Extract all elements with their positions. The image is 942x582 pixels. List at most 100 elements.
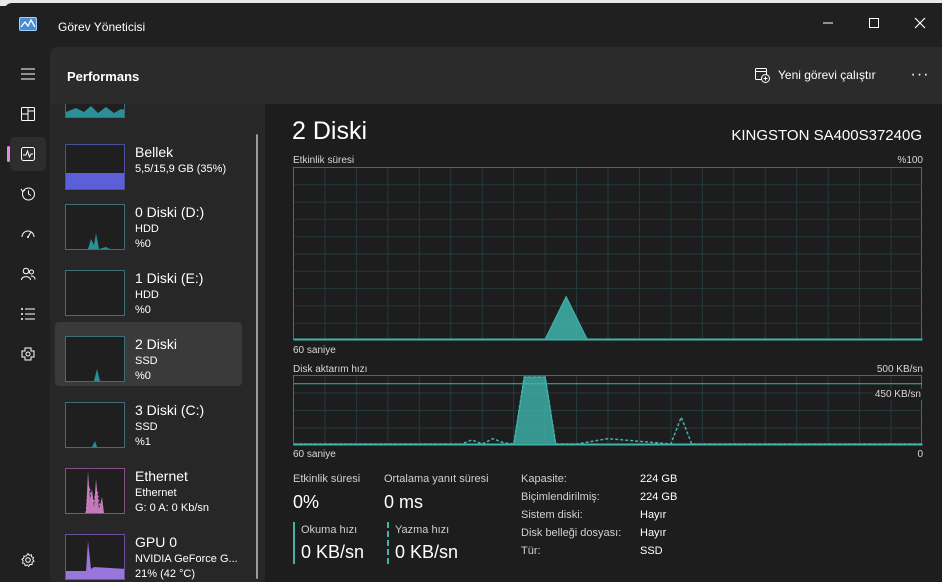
gpu-thumbnail — [65, 534, 125, 580]
device-name: GPU 0 — [135, 534, 178, 550]
read-speed-marker — [293, 522, 295, 564]
active-time-label: Etkinlik süresi — [293, 473, 361, 485]
task-manager-app-icon — [19, 17, 37, 31]
device-name: 3 Diski (C:) — [135, 402, 205, 418]
disk3-thumbnail — [65, 402, 125, 448]
minimize-icon — [823, 22, 833, 24]
scrollbar-thumb[interactable] — [256, 134, 258, 579]
device-name: 0 Diski (D:) — [135, 204, 205, 220]
device-usage: %0 — [135, 238, 151, 250]
device-type: HDD — [135, 223, 159, 235]
disk-model: KINGSTON SA400S37240G — [731, 127, 922, 144]
run-new-task-button[interactable]: Yeni görevi çalıştır — [754, 63, 876, 87]
page-file-value: Hayır — [640, 527, 667, 539]
memory-thumbnail — [65, 144, 125, 190]
partial-thumb-graph — [66, 106, 124, 117]
avg-response-value: 0 ms — [384, 492, 424, 512]
device-list: Bellek 5,5/15,9 GB (35%) 0 Diski (D:) HD… — [50, 104, 255, 582]
transfer-graph-min: 0 — [917, 449, 923, 460]
ethernet-thumbnail — [65, 468, 125, 514]
nav-app-history[interactable] — [10, 177, 46, 211]
nav-startup[interactable] — [10, 217, 46, 251]
device-type: NVIDIA GeForce G... — [135, 553, 238, 565]
run-task-icon — [755, 68, 770, 83]
nav-users[interactable] — [10, 257, 46, 291]
disk0-thumb-graph — [66, 233, 124, 249]
transfer-graph-time: 60 saniye — [293, 449, 336, 460]
nav-settings[interactable] — [10, 543, 46, 577]
device-item-disk3[interactable]: 3 Diski (C:) SSD %1 — [55, 388, 242, 452]
device-item-gpu[interactable]: GPU 0 NVIDIA GeForce G... 21% (42 °C) — [55, 520, 242, 582]
activity-graph-max: %100 — [897, 155, 923, 166]
run-task-label: Yeni görevi çalıştır — [778, 68, 876, 82]
device-item-disk2[interactable]: 2 Diski SSD %0 — [55, 322, 242, 386]
nav-performance[interactable] — [7, 137, 46, 171]
type-value: SSD — [640, 545, 663, 557]
minimize-button[interactable] — [808, 9, 848, 37]
transfer-graph-mark: 450 KB/sn — [872, 389, 923, 400]
system-disk-value: Hayır — [640, 509, 667, 521]
performance-content: Bellek 5,5/15,9 GB (35%) 0 Diski (D:) HD… — [50, 104, 942, 582]
device-usage: %0 — [135, 370, 151, 382]
system-disk-key: Sistem diski: — [521, 509, 583, 521]
disk2-thumb-graph — [66, 369, 124, 381]
device-type: HDD — [135, 289, 159, 301]
nav-processes[interactable] — [10, 97, 46, 131]
write-speed-label: Yazma hızı — [395, 524, 450, 536]
active-time-value: 0% — [293, 492, 320, 512]
maximize-icon — [869, 18, 879, 28]
capacity-value: 224 GB — [640, 473, 678, 485]
page-title: Performans — [67, 69, 140, 84]
device-type: SSD — [135, 355, 158, 367]
more-options-button[interactable]: ··· — [906, 63, 934, 87]
nav-details[interactable] — [10, 297, 46, 331]
device-usage: %0 — [135, 304, 151, 316]
maximize-button[interactable] — [854, 9, 894, 37]
activity-chart — [293, 167, 923, 341]
menu-icon — [21, 68, 35, 80]
capacity-key: Kapasite: — [521, 473, 567, 485]
device-usage: 21% (42 °C) — [135, 568, 196, 580]
gpu-thumb-graph — [66, 541, 124, 579]
title-bar[interactable]: Görev Yöneticisi — [4, 3, 942, 47]
device-item-memory[interactable]: Bellek 5,5/15,9 GB (35%) — [55, 130, 242, 194]
users-icon — [21, 267, 36, 281]
ethernet-thumb-graph — [66, 471, 124, 513]
disk3-thumb-graph — [66, 441, 124, 447]
menu-button[interactable] — [10, 57, 46, 91]
device-item-partial[interactable] — [65, 104, 125, 118]
services-icon — [21, 347, 35, 361]
device-list-scrollbar[interactable] — [254, 112, 260, 580]
details-icon — [21, 308, 35, 320]
page-file-key: Disk belleği dosyası: — [521, 527, 622, 539]
device-usage: %1 — [135, 436, 151, 448]
formatted-value: 224 GB — [640, 491, 678, 503]
activity-graph-time: 60 saniye — [293, 345, 336, 356]
disk0-thumbnail — [65, 204, 125, 250]
device-item-disk0[interactable]: 0 Diski (D:) HDD %0 — [55, 190, 242, 254]
disk-detail-panel: 2 Diski KINGSTON SA400S37240G Etkinlik s… — [265, 104, 942, 582]
settings-icon — [21, 552, 35, 567]
device-item-disk1[interactable]: 1 Diski (E:) HDD %0 — [55, 256, 242, 320]
close-icon — [914, 17, 926, 29]
disk2-thumbnail — [65, 336, 125, 382]
processes-icon — [21, 107, 35, 121]
window-title: Görev Yöneticisi — [58, 20, 146, 34]
read-speed-value: 0 KB/sn — [301, 542, 365, 562]
disk-title: 2 Diski — [292, 117, 368, 145]
device-type: Ethernet — [135, 487, 177, 499]
transfer-graph-max: 500 KB/sn — [876, 364, 923, 375]
nav-services[interactable] — [10, 337, 46, 371]
transfer-graph-label: Disk aktarım hızı — [293, 364, 368, 375]
device-item-ethernet[interactable]: Ethernet Ethernet G: 0 A: 0 Kb/sn — [55, 454, 242, 518]
device-name: 1 Diski (E:) — [135, 270, 204, 286]
close-button[interactable] — [900, 9, 940, 37]
device-sub: 5,5/15,9 GB (35%) — [135, 163, 227, 175]
device-usage: G: 0 A: 0 Kb/sn — [135, 502, 209, 514]
disk1-thumbnail — [65, 270, 125, 316]
avg-response-label: Ortalama yanıt süresi — [384, 473, 489, 485]
page-header: Performans Yeni görevi çalıştır ··· — [50, 47, 942, 104]
task-manager-window: Görev Yöneticisi Performans Yeni görevi … — [4, 3, 942, 582]
device-type: SSD — [135, 421, 158, 433]
write-speed-value: 0 KB/sn — [395, 542, 459, 562]
